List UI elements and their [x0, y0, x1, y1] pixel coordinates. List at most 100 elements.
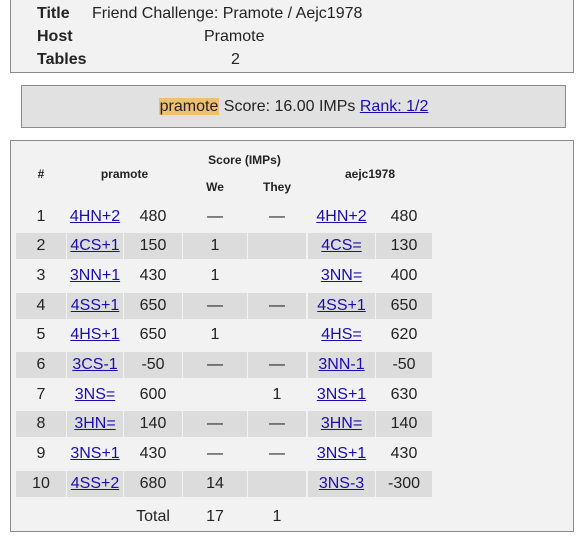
player2-contract-cell: 4HS= — [308, 322, 375, 348]
imps-they — [248, 322, 306, 348]
player1-contract-link[interactable]: 4HN+2 — [70, 208, 120, 225]
player2-contract-cell: 3NS-3 — [308, 471, 375, 497]
host-value: Pramote — [204, 28, 265, 45]
player2-contract-cell: 3NN-1 — [308, 352, 375, 378]
imps-they: — — [269, 208, 285, 225]
player1-score: 480 — [139, 208, 167, 225]
imps-we: — — [183, 352, 247, 378]
player2-score: 130 — [376, 233, 432, 259]
imps-we: 14 — [183, 471, 247, 497]
player1-score: 150 — [124, 233, 182, 259]
board-number: 2 — [16, 233, 66, 259]
table-row: 4 4SS+1 650— —4SS+1 650 — [11, 293, 573, 319]
imps-we — [183, 382, 247, 408]
board-results-table: # pramote Score (IMPs) We They aejc1978 … — [10, 140, 574, 532]
imps-we: — — [207, 208, 223, 225]
player2-contract-cell: 3NN= — [308, 263, 375, 289]
player2-contract-link[interactable]: 4SS+1 — [317, 297, 365, 314]
total-we: 17 — [206, 508, 224, 525]
table-row: 8 3HN= 140— —3HN= 140 — [11, 411, 573, 437]
total-row: Total 17 1 — [11, 505, 573, 529]
player2-contract-cell: 3NS+1 — [308, 441, 375, 467]
imps-we: — — [183, 293, 247, 319]
imps-we: 1 — [210, 267, 220, 284]
imps-they — [248, 471, 306, 497]
player1-contract-link[interactable]: 4SS+1 — [71, 297, 119, 314]
total-label: Total — [136, 508, 170, 525]
player1-contract-cell: 4HN+2 — [67, 204, 123, 230]
board-number: 5 — [36, 326, 46, 343]
imps-they: — — [248, 293, 306, 319]
score-text: Score: 16.00 IMPs — [219, 98, 360, 115]
player2-contract-link[interactable]: 4HS= — [321, 326, 361, 343]
player1-contract-cell: 4CS+1 — [67, 233, 123, 259]
imps-they: 1 — [272, 386, 282, 403]
player2-contract-link[interactable]: 3HN= — [321, 415, 362, 432]
board-number: 7 — [36, 386, 46, 403]
table-row: 9 3NS+1 430 — — 3NS+1 430 — [11, 441, 573, 467]
column-header-player2: aejc1978 — [344, 167, 396, 181]
table-row: 5 4HS+1 650 1 4HS= 620 — [11, 322, 573, 348]
player1-contract-link[interactable]: 4HS+1 — [70, 326, 119, 343]
column-header-we: We — [206, 180, 224, 194]
player1-contract-link[interactable]: 3NS= — [75, 386, 115, 403]
player1-contract-cell: 3CS-1 — [67, 352, 123, 378]
player-name-highlight: pramote — [158, 98, 220, 115]
tables-label: Tables — [37, 51, 87, 68]
imps-we: — — [207, 445, 223, 462]
board-number: 9 — [36, 445, 46, 462]
column-header-they: They — [262, 180, 291, 194]
rank-link[interactable]: Rank: 1/2 — [360, 98, 428, 115]
table-row: 1 4HN+2 480 — — 4HN+2 480 — [11, 204, 573, 230]
board-number: 10 — [16, 471, 66, 497]
player1-score: 600 — [139, 386, 167, 403]
imps-they: — — [269, 445, 285, 462]
title-label: Title — [37, 5, 70, 22]
player2-score: -50 — [376, 352, 432, 378]
total-they: 1 — [272, 508, 282, 525]
player1-score: 140 — [124, 411, 182, 437]
player1-score: 650 — [139, 326, 167, 343]
table-row: 7 3NS= 600 1 3NS+1 630 — [11, 382, 573, 408]
player2-contract-cell: 4HN+2 — [308, 204, 375, 230]
player1-contract-link[interactable]: 3CS-1 — [72, 356, 117, 373]
board-number: 6 — [16, 352, 66, 378]
player1-score: 430 — [139, 445, 167, 462]
column-header-number: # — [37, 167, 45, 181]
player1-contract-link[interactable]: 3HN= — [74, 415, 115, 432]
player2-score: 620 — [390, 326, 418, 343]
player2-contract-cell: 3NS+1 — [308, 382, 375, 408]
player2-contract-link[interactable]: 3NN-1 — [318, 356, 364, 373]
player1-score: -50 — [124, 352, 182, 378]
player1-contract-cell: 4SS+1 — [67, 293, 123, 319]
imps-they — [248, 233, 306, 259]
player1-contract-link[interactable]: 3NN+1 — [70, 267, 120, 284]
player1-contract-link[interactable]: 4CS+1 — [70, 237, 119, 254]
tables-value: 2 — [231, 51, 240, 68]
player2-contract-link[interactable]: 3NS+1 — [317, 386, 366, 403]
player1-score: 650 — [124, 293, 182, 319]
player2-contract-link[interactable]: 3NN= — [321, 267, 362, 284]
score-summary-bar: pramote Score: 16.00 IMPs Rank: 1/2 — [21, 85, 566, 128]
column-header-score: Score (IMPs) — [208, 153, 281, 167]
imps-we: 1 — [183, 233, 247, 259]
imps-they: — — [248, 352, 306, 378]
player1-contract-link[interactable]: 3NS+1 — [70, 445, 119, 462]
player2-contract-link[interactable]: 3NS+1 — [317, 445, 366, 462]
player1-contract-link[interactable]: 4SS+2 — [71, 475, 119, 492]
imps-they: — — [248, 411, 306, 437]
board-number: 4 — [16, 293, 66, 319]
player2-contract-link[interactable]: 4HN+2 — [316, 208, 366, 225]
player2-score: 140 — [376, 411, 432, 437]
host-label: Host — [37, 28, 73, 45]
player2-contract-link[interactable]: 4CS= — [321, 237, 361, 254]
player1-contract-cell: 4HS+1 — [67, 322, 123, 348]
table-row: 3 3NN+1 430 1 3NN= 400 — [11, 263, 573, 289]
player2-score: 650 — [376, 293, 432, 319]
imps-they — [248, 263, 306, 289]
table-row: 10 4SS+2 680 14 3NS-3 -300 — [11, 471, 573, 497]
challenge-info-panel: Title Friend Challenge: Pramote / Aejc19… — [10, 0, 574, 73]
player2-score: 400 — [390, 267, 418, 284]
player2-contract-link[interactable]: 3NS-3 — [319, 475, 364, 492]
player2-score: 480 — [390, 208, 418, 225]
